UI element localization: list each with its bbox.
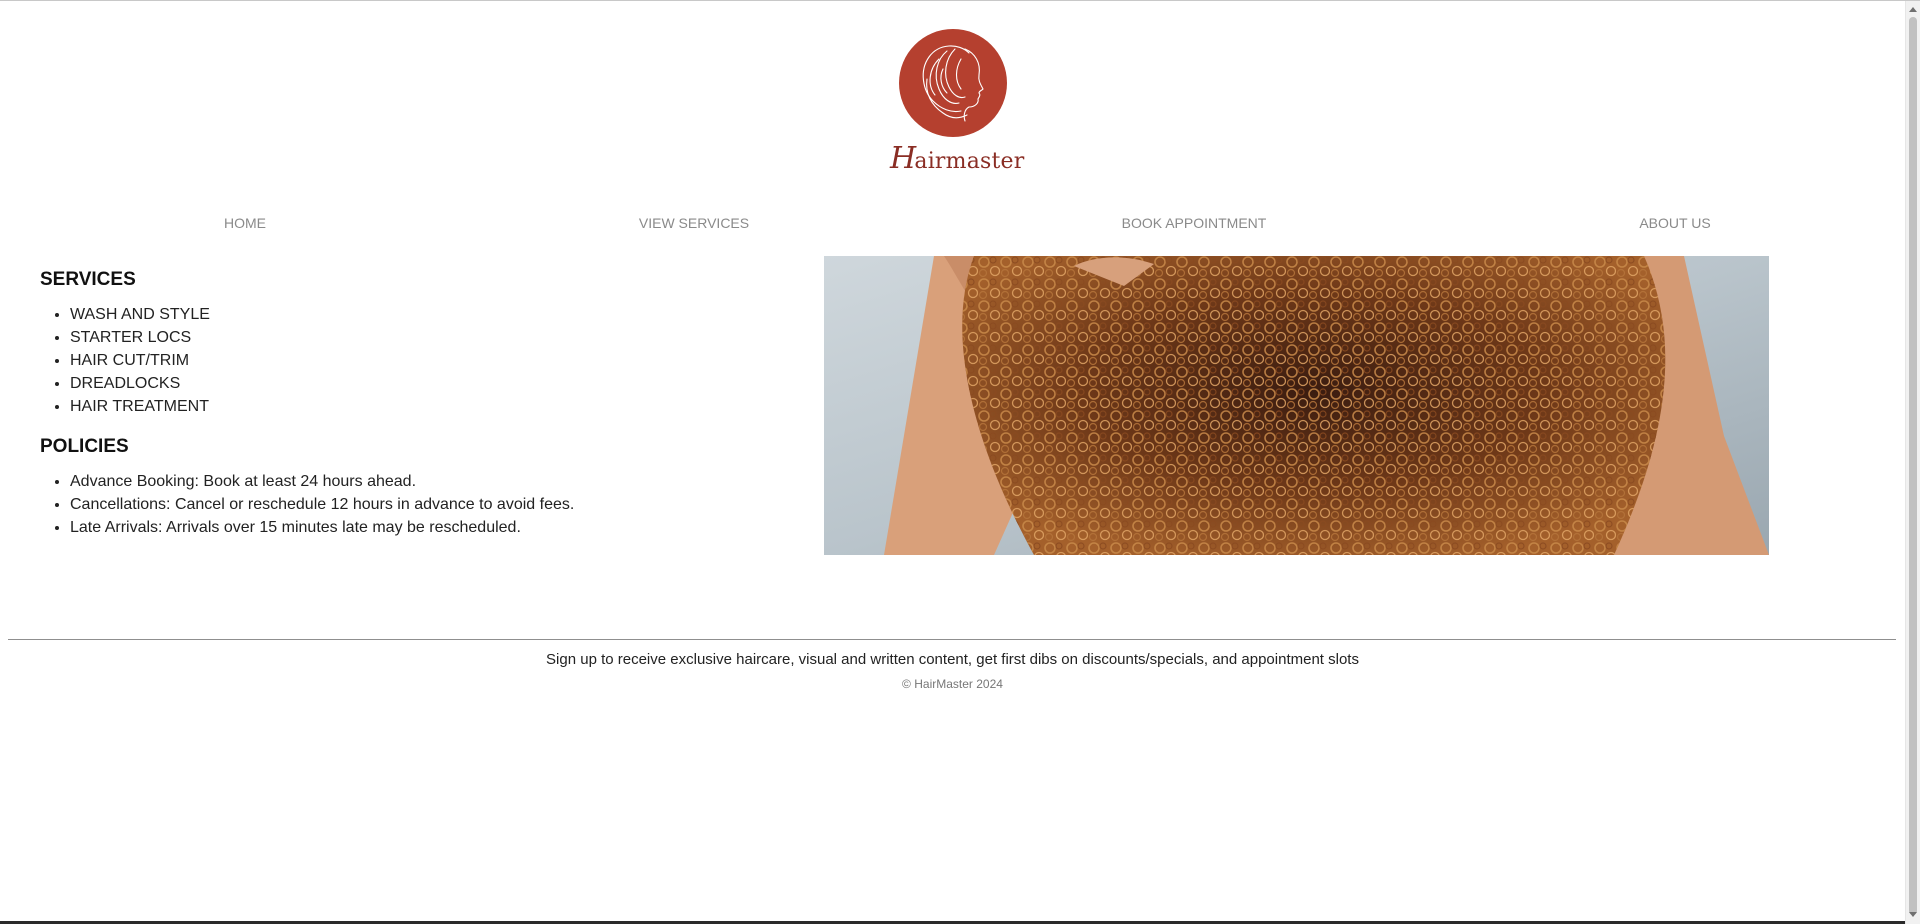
main-nav: HOME VIEW SERVICES BOOK APPOINTMENT ABOU… (0, 215, 1920, 239)
policy-item: Advance Booking: Book at least 24 hours … (70, 470, 780, 493)
policies-heading: POLICIES (40, 436, 129, 457)
wordmark-rest: airmaster (914, 149, 1025, 174)
curly-hair-photo-icon (824, 256, 1769, 555)
policies-list: Advance Booking: Book at least 24 hours … (40, 470, 780, 539)
nav-home[interactable]: HOME (224, 215, 266, 231)
scrollbar-thumb[interactable] (1909, 17, 1917, 915)
footer-signup-text: Sign up to receive exclusive haircare, v… (546, 651, 1359, 668)
policy-item: Cancellations: Cancel or reschedule 12 h… (70, 493, 780, 516)
brand-wordmark: Hairmaster (890, 141, 1024, 176)
service-item: WASH AND STYLE (70, 303, 780, 326)
service-item: DREADLOCKS (70, 372, 780, 395)
brand-logo[interactable]: Hairmaster (890, 29, 1024, 176)
info-column: SERVICES WASH AND STYLE STARTER LOCS HAI… (40, 269, 780, 557)
footer-divider (8, 639, 1896, 640)
wordmark-initial: H (890, 141, 917, 176)
scroll-down-icon[interactable] (1909, 912, 1917, 917)
nav-view-services[interactable]: VIEW SERVICES (639, 215, 749, 231)
hero-image (824, 256, 1769, 555)
services-heading: SERVICES (40, 269, 136, 290)
services-list: WASH AND STYLE STARTER LOCS HAIR CUT/TRI… (40, 303, 780, 418)
footer-copyright: © HairMaster 2024 (902, 677, 1003, 691)
policy-item: Late Arrivals: Arrivals over 15 minutes … (70, 516, 780, 539)
service-item: STARTER LOCS (70, 326, 780, 349)
service-item: HAIR TREATMENT (70, 395, 780, 418)
nav-book-appointment[interactable]: BOOK APPOINTMENT (1122, 215, 1267, 231)
vertical-scrollbar[interactable] (1905, 1, 1920, 924)
nav-about-us[interactable]: ABOUT US (1639, 215, 1710, 231)
page: Hairmaster HOME VIEW SERVICES BOOK APPOI… (0, 0, 1920, 924)
scroll-up-icon[interactable] (1909, 7, 1917, 12)
face-silhouette-icon (899, 29, 1007, 137)
service-item: HAIR CUT/TRIM (70, 349, 780, 372)
